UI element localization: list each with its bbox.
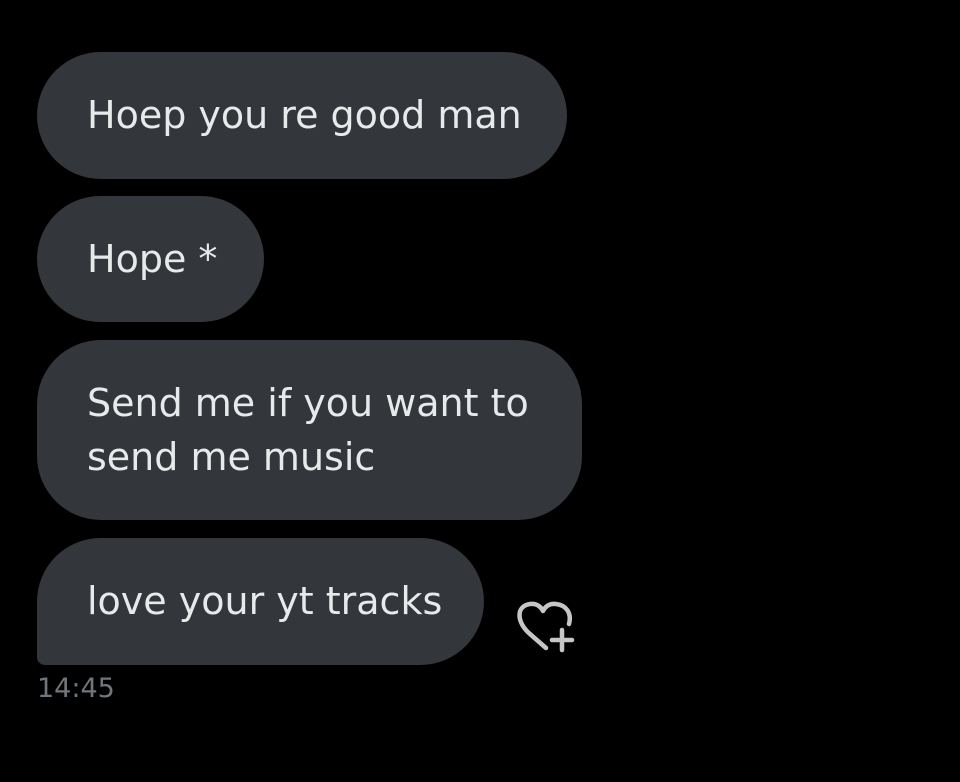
message-timestamp: 14:45 — [37, 673, 115, 704]
message-bubble[interactable]: Send me if you want to send me music — [37, 340, 582, 520]
message-bubble[interactable]: Hoep you re good man — [37, 52, 567, 179]
message-bubble[interactable]: love your yt tracks — [37, 538, 484, 665]
heart-plus-icon — [517, 601, 575, 653]
message-text-line-2: send me music — [87, 435, 376, 479]
message-text: Hoep you re good man — [87, 93, 522, 137]
message-text-line-1: Send me if you want to — [87, 381, 529, 425]
message-text: Hope * — [87, 237, 218, 281]
add-reaction-button[interactable] — [510, 598, 576, 658]
message-thread: Hoep you re good man Hope * Send me if y… — [0, 0, 960, 782]
message-text: love your yt tracks — [87, 579, 443, 623]
message-bubble[interactable]: Hope * — [37, 196, 264, 322]
